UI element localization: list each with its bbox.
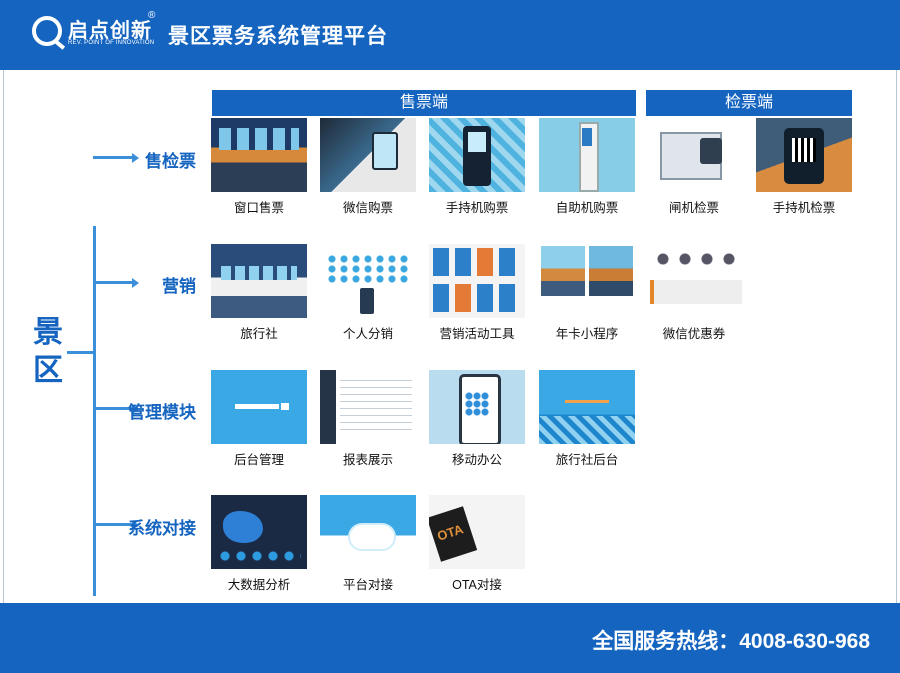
company-logo: 启点创新 REV. POINT OF INNOVATION	[32, 14, 160, 56]
card-mobile-office[interactable]: 移动办公	[429, 370, 525, 468]
group-header-check: 检票端	[646, 90, 852, 116]
wechat-purchase-image	[320, 118, 416, 192]
card-window-ticketing[interactable]: 窗口售票	[211, 118, 307, 216]
card-label: 年卡小程序	[555, 327, 619, 341]
card-label: 后台管理	[233, 453, 284, 467]
card-label: 旅行社	[240, 327, 278, 341]
turnstile-gate-image	[646, 118, 742, 192]
card-ota[interactable]: OTA对接	[429, 495, 525, 593]
report-table-image	[320, 370, 416, 444]
logo-q-icon	[32, 16, 62, 46]
handheld-scanner-image	[756, 118, 852, 192]
ota-partners-image	[429, 495, 525, 569]
category-label-marketing: 营销	[162, 277, 196, 296]
self-service-kiosk-image	[539, 118, 635, 192]
header-bar: 启点创新 REV. POINT OF INNOVATION ® 景区票务系统管理…	[0, 0, 900, 70]
card-platform[interactable]: 平台对接	[320, 495, 416, 593]
page-title: 景区票务系统管理平台	[168, 25, 388, 48]
marketing-tools-image	[429, 244, 525, 318]
card-label: 微信购票	[342, 201, 393, 215]
card-label: 大数据分析	[227, 578, 291, 592]
card-gate-check[interactable]: 闸机检票	[646, 118, 742, 216]
branch-connector-ticketing	[93, 152, 139, 163]
card-marketing-tools[interactable]: 营销活动工具	[429, 244, 525, 342]
root-connector	[67, 351, 95, 354]
card-kiosk-ticketing[interactable]: 自助机购票	[539, 118, 635, 216]
card-wechat-ticketing[interactable]: 微信购票	[320, 118, 416, 216]
card-travel-agency[interactable]: 旅行社	[211, 244, 307, 342]
category-label-integration: 系统对接	[128, 519, 196, 538]
agency-backend-image	[539, 370, 635, 444]
diagram-area: 景区 售检票 营销 管理模块 系统对接 售票端 检票端 窗口售票 微信购票 手持…	[3, 70, 897, 603]
mobile-office-image	[429, 370, 525, 444]
handheld-terminal-image	[429, 118, 525, 192]
admin-login-image	[211, 370, 307, 444]
category-label-ticketing: 售检票	[145, 152, 196, 171]
card-label: 旅行社后台	[555, 453, 619, 467]
branch-connector-management	[93, 403, 139, 414]
card-label: 报表展示	[342, 453, 393, 467]
card-label: 平台对接	[342, 578, 393, 592]
card-personal-distribution[interactable]: 个人分销	[320, 244, 416, 342]
card-label: 自助机购票	[555, 201, 619, 215]
card-reports[interactable]: 报表展示	[320, 370, 416, 468]
logo-subtext: REV. POINT OF INNOVATION	[68, 40, 155, 46]
window-counter-image	[211, 118, 307, 192]
root-node-label: 景区	[33, 316, 63, 387]
card-agency-backend[interactable]: 旅行社后台	[539, 370, 635, 468]
card-handheld-ticketing[interactable]: 手持机购票	[429, 118, 525, 216]
card-big-data[interactable]: 大数据分析	[211, 495, 307, 593]
card-label: 营销活动工具	[439, 327, 515, 341]
category-label-management: 管理模块	[128, 403, 196, 422]
card-label: 手持机检票	[772, 201, 836, 215]
distribution-network-image	[320, 244, 416, 318]
card-label: 手持机购票	[445, 201, 509, 215]
card-label: OTA对接	[452, 578, 502, 592]
card-handheld-check[interactable]: 手持机检票	[756, 118, 852, 216]
branch-connector-marketing	[93, 277, 139, 288]
card-label: 微信优惠券	[662, 327, 726, 341]
travel-agency-image	[211, 244, 307, 318]
card-admin[interactable]: 后台管理	[211, 370, 307, 468]
big-data-dashboard-image	[211, 495, 307, 569]
group-header-sales: 售票端	[212, 90, 636, 116]
card-label: 窗口售票	[233, 201, 284, 215]
branch-connector-integration	[93, 519, 139, 530]
cloud-platform-image	[320, 495, 416, 569]
service-hotline: 全国服务热线：4008-630-968	[592, 630, 870, 653]
card-annual-card[interactable]: 年卡小程序	[539, 244, 635, 342]
card-label: 个人分销	[342, 327, 393, 341]
wechat-coupon-image	[646, 244, 742, 318]
card-label: 移动办公	[451, 453, 502, 467]
logo-text: 启点创新	[68, 20, 152, 42]
footer-bar: 全国服务热线：4008-630-968	[0, 603, 900, 673]
card-wechat-coupon[interactable]: 微信优惠券	[646, 244, 742, 342]
card-label: 闸机检票	[668, 201, 719, 215]
registered-mark: ®	[148, 10, 156, 21]
annual-card-app-image	[539, 244, 635, 318]
